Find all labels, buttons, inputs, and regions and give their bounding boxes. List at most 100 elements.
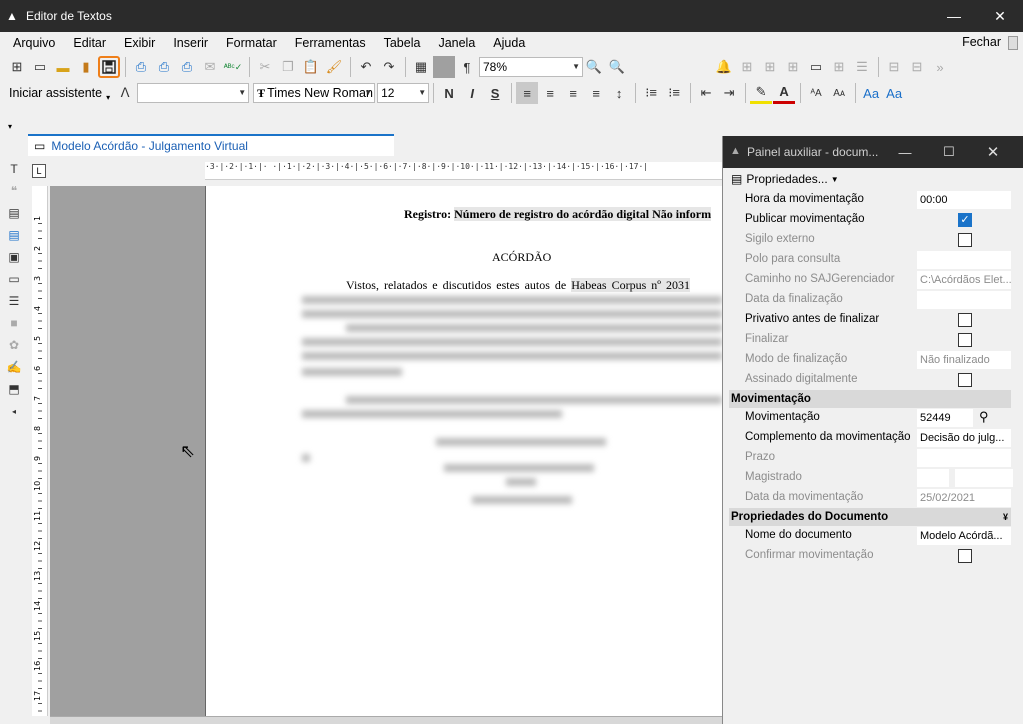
prop-value[interactable] [917, 251, 1011, 269]
open-recent-icon[interactable]: ▮ [75, 56, 97, 78]
habeas-field[interactable]: Habeas Corpus nº 2031 [571, 278, 690, 292]
prop-value[interactable] [917, 449, 1011, 467]
paragraph-marks-icon[interactable]: ¶ [456, 56, 478, 78]
line-spacing-icon[interactable]: ↕ [608, 82, 630, 104]
table-cell-icon[interactable]: ▭ [805, 56, 827, 78]
assinado-checkbox[interactable] [958, 373, 972, 387]
justify-icon[interactable]: ≡ [585, 82, 607, 104]
table-lines-icon[interactable]: ☰ [851, 56, 873, 78]
superscript-icon[interactable]: ᴬA [805, 82, 827, 104]
save-icon[interactable] [98, 56, 120, 78]
zoom-combo[interactable]: 78% ▼ [479, 57, 583, 77]
email-icon[interactable]: ✉ [199, 56, 221, 78]
insert-field-icon[interactable]: ▤ [3, 202, 25, 224]
highlight-color-icon[interactable]: ✎ [750, 82, 773, 104]
open-folder-icon[interactable]: ▬ [52, 56, 74, 78]
prop-value[interactable] [917, 291, 1011, 309]
align-left-icon[interactable]: ≡ [516, 82, 539, 104]
search-icon[interactable]: ⚲ [979, 409, 989, 425]
menu-arquivo[interactable]: Arquivo [4, 36, 64, 50]
confirmar-checkbox[interactable] [958, 549, 972, 563]
prop-value[interactable]: 25/02/2021 [917, 489, 1011, 507]
text-tool-icon[interactable]: T [3, 158, 25, 180]
toolbar-overflow-icon[interactable]: » [929, 56, 951, 78]
frame-icon[interactable] [433, 56, 455, 78]
document-search-icon[interactable]: ▣ [3, 246, 25, 268]
menu-editar[interactable]: Editar [64, 36, 115, 50]
properties-dropdown[interactable]: ▤ Propriedades... ▼ [723, 168, 1023, 190]
sigilo-checkbox[interactable] [958, 233, 972, 247]
menu-ferramentas[interactable]: Ferramentas [286, 36, 375, 50]
table-unmerge-icon[interactable]: ⊟ [906, 56, 928, 78]
paste-icon[interactable]: 📋 [300, 56, 322, 78]
table-icon[interactable]: ▦ [410, 56, 432, 78]
aux-maximize-button[interactable]: ☐ [927, 136, 971, 168]
minimize-button[interactable]: — [931, 0, 977, 32]
toolbar-overflow-icon[interactable]: ▾ [8, 122, 12, 131]
font-combo[interactable]: Ŧ Times New Roman ▼ [253, 83, 376, 103]
signature-icon[interactable]: ✍ [3, 356, 25, 378]
zoom-out-icon[interactable]: 🔍 [583, 56, 605, 78]
fechar-menu[interactable]: Fechar [962, 35, 1001, 49]
bold-icon[interactable]: N [438, 82, 460, 104]
prop-value[interactable]: Modelo Acórdã... [917, 527, 1011, 545]
prop-value[interactable]: Não finalizado [917, 351, 1011, 369]
table-grid-icon[interactable]: ⊞ [828, 56, 850, 78]
menu-inserir[interactable]: Inserir [164, 36, 217, 50]
quote-icon[interactable]: ❝ [3, 180, 25, 202]
undo-icon[interactable]: ↶ [355, 56, 377, 78]
section-propriedades-documento[interactable]: Propriedades do Documento ¥ [729, 508, 1011, 526]
vertical-ruler[interactable]: 1 2 3 4 5 6 7 8 9 10 11 12 13 14 15 16 17 [32, 186, 48, 716]
font-size-combo[interactable]: 12 ▼ [377, 83, 430, 103]
assistant-dropdown-icon[interactable]: ▾ [106, 93, 110, 102]
align-right-icon[interactable]: ≡ [562, 82, 584, 104]
bell-icon[interactable]: 🔔 [713, 56, 735, 78]
numbering-icon[interactable]: ⁝≡ [663, 82, 685, 104]
prop-value[interactable] [955, 469, 1013, 487]
collapse-icon[interactable]: ◂ [3, 400, 25, 422]
style-combo[interactable]: ▼ [137, 83, 250, 103]
print-icon[interactable]: ⎙ [130, 56, 152, 78]
menu-exibir[interactable]: Exibir [115, 36, 164, 50]
increase-indent-icon[interactable]: ⇥ [718, 82, 740, 104]
zoom-in-icon[interactable]: 🔍 [606, 56, 628, 78]
document-page[interactable]: Registro: Número de registro do acórdão … [205, 186, 722, 716]
menu-scroll-handle[interactable] [1008, 36, 1018, 50]
redo-icon[interactable]: ↷ [378, 56, 400, 78]
menu-formatar[interactable]: Formatar [217, 36, 286, 50]
table-merge-icon[interactable]: ⊟ [883, 56, 905, 78]
decrease-indent-icon[interactable]: ⇤ [695, 82, 717, 104]
pointer-tool-icon[interactable]: ⬒ [3, 378, 25, 400]
text-effects-icon[interactable]: Aa [883, 82, 905, 104]
strikethrough-icon[interactable]: S [484, 82, 506, 104]
tab-stop-selector[interactable]: L [32, 164, 46, 178]
collapse-icon[interactable]: ¥ [1003, 508, 1008, 526]
publicar-checkbox[interactable]: ✓ [958, 213, 972, 227]
table-borders-icon[interactable]: ⊞ [782, 56, 804, 78]
horizontal-scrollbar[interactable] [50, 716, 722, 724]
prop-value[interactable]: 00:00 [917, 191, 1011, 209]
section-movimentacao[interactable]: Movimentação [729, 390, 1011, 408]
format-painter-icon[interactable]: 🖌 [323, 56, 345, 78]
bullets-icon[interactable]: ⁝≡ [640, 82, 662, 104]
style-icon[interactable]: ⴷ [114, 82, 136, 104]
menu-janela[interactable]: Janela [429, 36, 484, 50]
tab-modelo-acordao[interactable]: ▭ Modelo Acórdão - Julgamento Virtual [28, 134, 394, 156]
list-doc-icon[interactable]: ☰ [3, 290, 25, 312]
seal-icon[interactable]: ✿ [3, 334, 25, 356]
spellcheck-icon[interactable]: ᴬᴮᶜ✓ [222, 56, 244, 78]
aux-close-button[interactable]: ✕ [971, 136, 1015, 168]
cut-icon[interactable]: ✂ [254, 56, 276, 78]
privativo-checkbox[interactable] [958, 313, 972, 327]
assistant-label[interactable]: Iniciar assistente [9, 86, 102, 100]
print-setup-icon[interactable]: ⎙ [176, 56, 198, 78]
change-case-icon[interactable]: Aa [860, 82, 882, 104]
italic-icon[interactable]: I [461, 82, 483, 104]
finalizar-checkbox[interactable] [958, 333, 972, 347]
table-insert-icon[interactable]: ⊞ [736, 56, 758, 78]
prop-value[interactable] [917, 469, 949, 487]
comment-icon[interactable]: ▭ [3, 268, 25, 290]
aux-minimize-button[interactable]: — [883, 136, 927, 168]
prop-value[interactable]: C:\Acórdãos Elet... [917, 271, 1011, 289]
copy-icon[interactable]: ❐ [277, 56, 299, 78]
